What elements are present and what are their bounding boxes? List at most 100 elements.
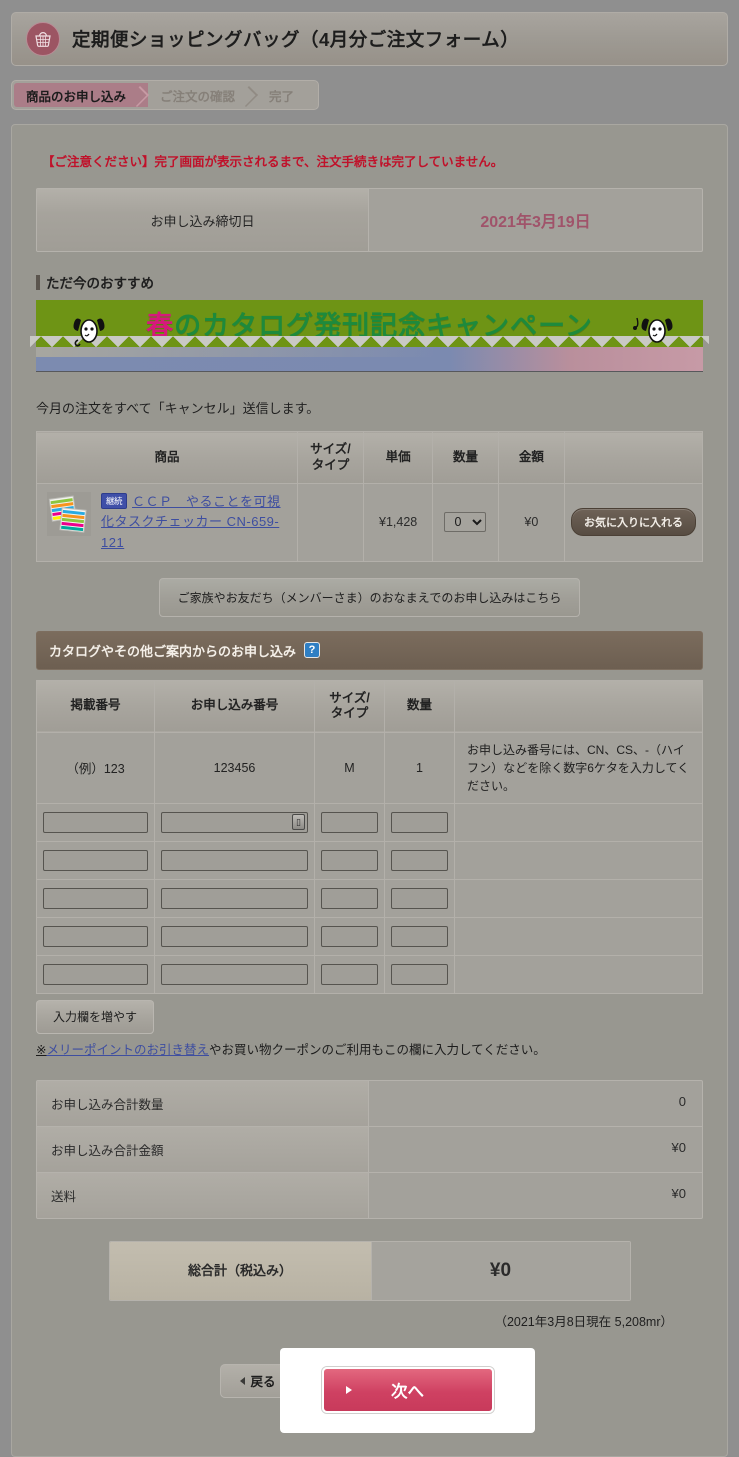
input-cell-size [314,840,385,880]
table-row: 継続 ＣＣＰ やることを可視化タスクチェッカー CN-659-121 ¥1,428… [36,483,704,562]
cancel-note: 今月の注文をすべて「キャンセル」送信します。 [36,401,320,416]
product-action-cell: お気に入りに入れる [563,483,704,562]
member-apply-button[interactable]: ご家族やお友だち（メンバーさま）のおなまえでのお申し込みはこちら [158,577,581,617]
col-actions [563,430,704,485]
summary-label: 送料 [37,1172,369,1218]
input-cell-note [454,840,703,880]
next-button[interactable]: 次へ [321,1367,494,1414]
summary-value: 0 [678,1093,686,1109]
summary-value: ¥0 [671,1185,686,1201]
note-suffix: やお買い物クーポンのご利用もこの欄に入力してください。 [209,1042,546,1057]
input-cell-quantity [384,916,455,956]
quantity-select[interactable]: 0 [444,512,487,533]
order-no-input[interactable] [161,811,308,833]
dog-mascot-right-icon [629,314,677,348]
size-type-input[interactable] [321,925,378,947]
col-size-line2: タイプ [311,457,350,472]
col-amount: 金額 [497,430,565,485]
step-indicator: 商品のお申し込み ご注文の確認 完了 [11,80,320,110]
summary-value: ¥0 [671,1139,686,1155]
heading-bar-icon [36,274,40,290]
col-product: 商品 [36,430,298,485]
step-label: 商品のお申し込み [26,89,127,104]
step-item-order-confirm: ご注文の確認 [148,83,257,107]
grand-total-box: 総合計（税込み） ¥0 [108,1240,631,1301]
deadline-box: お申し込み締切日 2021年3月19日 [36,188,703,252]
help-icon[interactable]: ? [304,642,321,659]
input-cell-quantity [384,840,455,880]
col-catalog-quantity: 数量 [384,679,455,733]
main-panel: 【ご注意ください】完了画面が表示されるまで、注文手続きは完了していません。 お申… [11,124,728,1457]
listing-no-input[interactable] [43,963,148,985]
col-unit-price: 単価 [363,430,434,485]
input-cell-order-no [154,840,315,880]
input-cell-note [454,954,703,994]
input-cell-size [314,878,385,918]
input-cell-order-no [154,878,315,918]
input-cell-size [314,802,385,842]
col-order-no: お申し込み番号 [154,679,315,733]
summary-row-quantity: お申し込み合計数量 0 [37,1080,702,1127]
size-type-input[interactable] [321,849,378,871]
product-amount: ¥0 [497,483,565,562]
table-row [36,878,703,918]
deadline-label: お申し込み締切日 [37,189,369,251]
step-item-product-application[interactable]: 商品のお申し込み [14,83,149,107]
autofill-icon[interactable]: ▯ [292,814,305,831]
order-no-input[interactable] [161,925,308,947]
product-quantity-cell: 0 [432,483,499,562]
example-order-no: 123456 [154,731,315,804]
listing-no-input[interactable] [43,849,148,871]
page-title: 定期便ショッピングバッグ（4月分ご注文フォーム） [72,29,520,50]
size-type-input[interactable] [321,887,378,909]
summary-label: お申し込み合計数量 [37,1080,369,1126]
input-cell-quantity [384,802,455,842]
col-quantity: 数量 [432,430,499,485]
product-thumbnail [47,492,91,537]
quantity-input[interactable] [391,925,448,947]
recommend-heading-label: ただ今のおすすめ [46,276,154,291]
dog-mascot-left-icon [68,314,110,348]
example-listing-no: （例）123 [36,731,155,804]
recommend-heading: ただ今のおすすめ [36,272,709,292]
shopping-basket-icon [26,22,60,56]
product-size-cell [296,483,365,562]
quantity-input[interactable] [391,811,448,833]
size-type-input[interactable] [321,963,378,985]
input-cell-quantity [384,954,455,994]
col-catalog-note [454,679,703,733]
quantity-input[interactable] [391,849,448,871]
listing-no-input[interactable] [43,925,148,947]
input-cell-note [454,916,703,956]
chevron-right-icon [345,1386,352,1395]
input-cell-order-no [154,954,315,994]
product-table-header-row: 商品 サイズ/ タイプ 単価 数量 金額 [36,430,704,485]
quantity-input[interactable] [391,963,448,985]
catalog-entry-table: 掲載番号 お申し込み番号 サイズ/ タイプ 数量 （例）123 123456 M… [36,679,703,994]
col-catalog-size-type: サイズ/ タイプ [314,679,385,733]
input-cell-order-no: ▯ [154,802,315,842]
next-button-spotlight: 次へ [280,1347,535,1433]
add-to-favorites-button[interactable]: お気に入りに入れる [570,508,696,537]
summary-label: お申し込み合計金額 [37,1126,369,1172]
product-link[interactable]: ＣＣＰ やることを可視化タスクチェッカー CN-659-121 [101,494,281,549]
product-unit-price: ¥1,428 [363,483,434,562]
example-quantity: 1 [384,731,455,804]
merry-point-link[interactable]: メリーポイントのお引き替え [46,1043,209,1057]
input-cell-listing-no [36,878,155,918]
back-button-label: 戻る [250,1375,276,1390]
size-type-input[interactable] [321,811,378,833]
quantity-input[interactable] [391,887,448,909]
order-no-input[interactable] [161,849,308,871]
listing-no-input[interactable] [43,811,148,833]
order-no-input[interactable] [161,963,308,985]
next-button-label: 次へ [391,1383,424,1402]
add-input-rows-button[interactable]: 入力欄を増やす [36,999,155,1034]
note-prefix: ※ [36,1042,47,1057]
order-no-input[interactable] [161,887,308,909]
campaign-banner[interactable]: 春のカタログ発刊記念キャンペーン [30,300,709,382]
chevron-left-icon [240,1376,246,1385]
col-csize-line1: サイズ/ [329,690,370,705]
listing-no-input[interactable] [43,887,148,909]
grand-total-value: ¥0 [371,1241,630,1300]
